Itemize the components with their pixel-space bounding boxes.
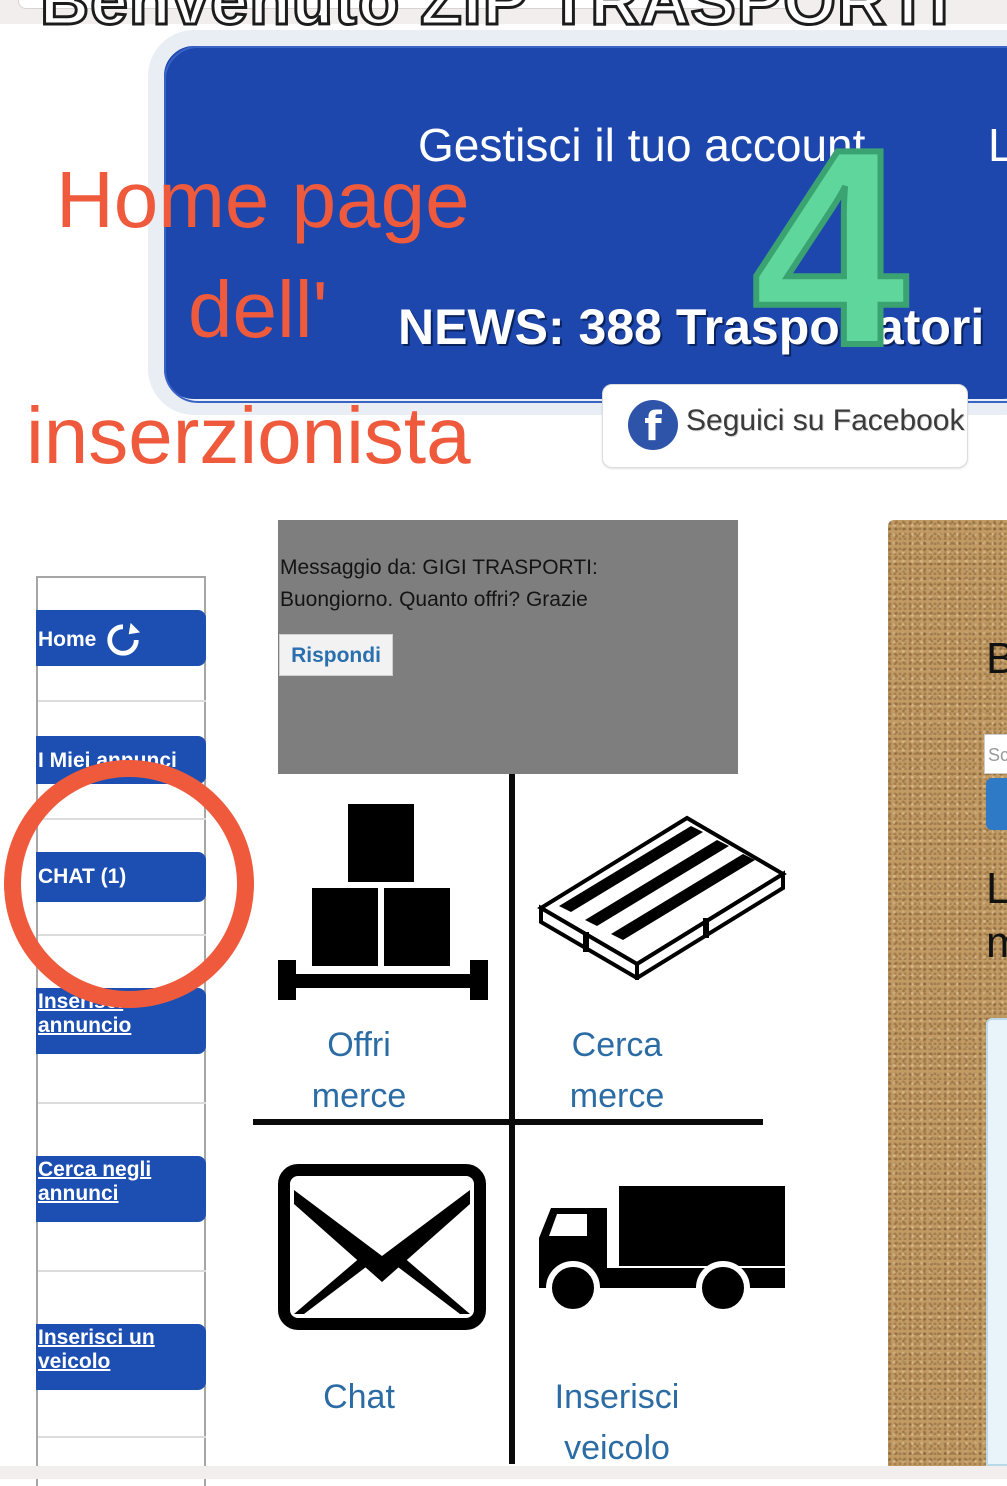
- annotation-line-3: inserzionista: [26, 391, 471, 480]
- truck-icon: [539, 1186, 785, 1314]
- annotation-circle: [4, 760, 254, 1008]
- boxes-icon: [278, 804, 488, 1000]
- facebook-icon: f: [628, 400, 678, 450]
- cork-text-line: L: [986, 864, 1007, 913]
- welcome-title: Benvenuto ZIP TRASPORTI: [39, 0, 951, 41]
- tile-label: merce: [569, 1077, 665, 1115]
- facebook-label: Seguici su Facebook: [686, 404, 965, 437]
- sidebar-item-label: Inserisci un: [38, 1326, 155, 1349]
- tile-insert-vehicle[interactable]: Inserisci veicolo: [515, 1128, 785, 1468]
- sidebar-item-label: veicolo: [38, 1350, 111, 1373]
- tile-search-goods[interactable]: Cerca merce: [515, 790, 787, 1119]
- tile-label: Cerca: [571, 1026, 663, 1064]
- sidebar-item-label: Home: [38, 628, 97, 651]
- tile-label: merce: [311, 1077, 407, 1115]
- pallet-icon: [537, 815, 787, 980]
- tile-label: Chat: [323, 1378, 395, 1416]
- message-sender: Messaggio da: GIGI TRASPORTI:: [280, 556, 598, 579]
- sidebar-item-search-ads[interactable]: Cerca negli annunci: [36, 1156, 206, 1222]
- refresh-icon: [107, 623, 141, 657]
- sidebar-divider: [38, 700, 206, 702]
- tile-chat[interactable]: Chat: [254, 1128, 509, 1468]
- cork-search-button[interactable]: [986, 778, 1007, 830]
- cork-search-input[interactable]: Sc: [984, 734, 1007, 774]
- tile-label: Offri: [327, 1026, 391, 1064]
- sidebar-item-label: Cerca negli: [38, 1158, 152, 1181]
- tile-offer-goods[interactable]: Offri merce: [254, 790, 509, 1119]
- sidebar-divider: [38, 1270, 206, 1272]
- sidebar-divider: [38, 1102, 206, 1104]
- sidebar-item-home[interactable]: Home: [36, 610, 206, 666]
- cork-text-line: m: [986, 918, 1007, 967]
- sidebar-item-label: annunci: [38, 1182, 119, 1205]
- step-number: 4: [749, 92, 911, 404]
- annotation-line-2: dell': [188, 265, 328, 354]
- cork-heading: B: [986, 634, 1007, 683]
- sidebar-item-label: annuncio: [38, 1014, 132, 1037]
- sidebar-divider: [38, 1436, 206, 1438]
- reply-button[interactable]: Rispondi: [279, 634, 393, 676]
- browser-bottom-strip: [0, 1466, 1007, 1479]
- cork-content-panel: [986, 1018, 1007, 1466]
- envelope-icon: [278, 1164, 486, 1330]
- tile-label: Inserisci: [554, 1378, 680, 1416]
- sidebar-item-insert-vehicle[interactable]: Inserisci un veicolo: [36, 1324, 206, 1390]
- message-body: Buongiorno. Quanto offri? Grazie: [280, 588, 588, 611]
- annotation-line-1: Home page: [56, 155, 470, 244]
- message-text: Messaggio da: GIGI TRASPORTI: Buongiorno…: [280, 552, 736, 616]
- header-link-cut[interactable]: L: [988, 118, 1007, 172]
